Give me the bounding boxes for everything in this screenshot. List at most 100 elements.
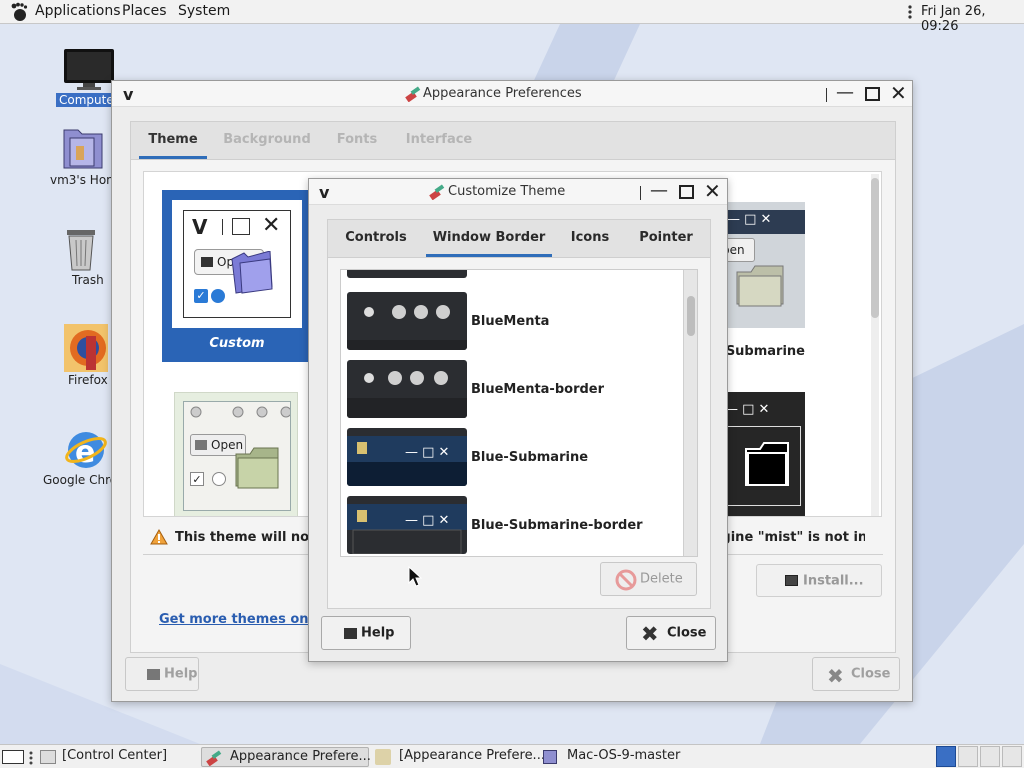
menu-system[interactable]: System: [178, 3, 230, 19]
desktop-icon-chrome[interactable]: e Google Chrome: [40, 424, 136, 490]
window-title: Customize Theme: [448, 184, 566, 199]
customize-app-icon: [429, 184, 445, 204]
window-menu-icon[interactable]: v: [319, 184, 329, 202]
bluementa-border-thumb: [347, 360, 467, 418]
help-icon: [344, 628, 357, 639]
install-button[interactable]: Install...: [756, 564, 882, 597]
theme-grid-scrollbar[interactable]: [871, 174, 879, 516]
delete-button[interactable]: Delete: [600, 562, 697, 596]
folder-icon: [230, 250, 274, 299]
delete-label: Delete: [640, 571, 683, 587]
titlebar-separator: [826, 88, 827, 102]
open-button-icon: [195, 440, 207, 450]
border-list-scrollbar[interactable]: [683, 270, 697, 556]
help-icon: [147, 669, 160, 680]
tab-icons[interactable]: Icons: [562, 230, 618, 245]
tab-interface[interactable]: Interface: [397, 132, 481, 147]
taskbar-handle-icon: [28, 751, 34, 768]
minimize-icon[interactable]: —: [836, 84, 854, 102]
preview-window: V ✕ Op ✓: [183, 210, 291, 318]
task-appearance-active[interactable]: Appearance Prefere...: [201, 747, 371, 768]
border-name: Blue-Submarine-border: [471, 518, 643, 533]
gnome-foot-icon[interactable]: [9, 2, 29, 26]
appearance-task-icon: [206, 750, 222, 768]
tab-fonts[interactable]: Fonts: [329, 132, 385, 147]
theme-tile-preview-2[interactable]: Open ✓: [174, 392, 298, 516]
scrollbar-thumb[interactable]: [871, 178, 879, 318]
close-x-icon: ✖: [641, 622, 659, 646]
maximize-icon[interactable]: [679, 185, 694, 199]
computer-icon: [63, 48, 115, 96]
desktop-icon-firefox[interactable]: Firefox: [50, 324, 120, 390]
checkbox-icon: ✓: [194, 289, 208, 303]
border-name: BlueMenta-border: [471, 382, 605, 397]
customize-theme-window: v Customize Theme — ✕ Controls Window Bo…: [308, 178, 728, 662]
tab-pointer[interactable]: Pointer: [628, 230, 704, 245]
folder-icon: [234, 446, 280, 494]
help-label: Help: [361, 625, 395, 641]
close-button[interactable]: ✖ Close: [812, 657, 900, 691]
blue-submarine-thumb: — □ ✕: [347, 428, 467, 486]
minimize-icon[interactable]: —: [650, 182, 668, 200]
border-name: BlueMenta: [471, 314, 550, 329]
customize-titlebar[interactable]: v Customize Theme — ✕: [309, 179, 727, 205]
help-button[interactable]: Help: [321, 616, 411, 650]
help-label: Help: [164, 666, 198, 682]
close-x-icon: ✖: [827, 664, 844, 688]
workspace-4[interactable]: [1002, 746, 1022, 767]
clock[interactable]: Fri Jan 26, 09:26: [921, 4, 1024, 34]
appearance-tabs: Theme Background Fonts Interface: [130, 121, 896, 159]
theme-tile-custom[interactable]: V ✕ Op ✓ Custom: [162, 190, 312, 362]
tab-theme[interactable]: Theme: [141, 132, 205, 147]
radio-icon: [212, 472, 226, 486]
ie-globe-icon: e: [64, 426, 108, 476]
theme-tile-blue-submarine[interactable]: — □ ✕ pen Blue-Submarine: [688, 202, 839, 362]
desktop-label: Trash: [72, 273, 104, 287]
tab-window-border[interactable]: Window Border: [426, 230, 552, 245]
close-icon[interactable]: ✕: [704, 181, 721, 201]
show-desktop-icon[interactable]: [2, 750, 24, 764]
tab-controls[interactable]: Controls: [336, 230, 416, 245]
desktop-label: Firefox: [68, 373, 108, 387]
list-item[interactable]: BlueMenta: [341, 292, 681, 354]
workspace-1[interactable]: [936, 746, 956, 767]
help-button[interactable]: Help: [125, 657, 199, 691]
window-menu-icon[interactable]: v: [123, 86, 133, 104]
task-label: [Appearance Prefere...: [399, 748, 545, 763]
appearance-app-icon: [405, 86, 421, 106]
theme-tile-dark[interactable]: — □ ✕: [719, 392, 805, 516]
appearance-titlebar[interactable]: v Appearance Preferences — ✕: [112, 81, 912, 107]
warning-icon: [150, 528, 168, 549]
close-icon[interactable]: ✕: [890, 83, 907, 103]
panel-handle-icon[interactable]: [907, 4, 913, 24]
firefox-icon: [64, 324, 108, 376]
close-button[interactable]: ✖ Close: [626, 616, 716, 650]
list-item[interactable]: — □ ✕ Blue-Submarine-border: [341, 496, 681, 556]
task-mac-os-9-master[interactable]: Mac-OS-9-master: [541, 747, 701, 767]
mouse-cursor-icon: [408, 565, 423, 592]
preview-window: [723, 426, 801, 506]
desktop-icon-trash[interactable]: Trash: [50, 224, 120, 290]
menu-places[interactable]: Places: [122, 3, 167, 19]
scrollbar-thumb[interactable]: [687, 296, 695, 336]
workspace-2[interactable]: [958, 746, 978, 767]
preview-titlebar-buttons: [190, 406, 292, 422]
list-item[interactable]: — □ ✕ Blue-Submarine: [341, 428, 681, 490]
preview-close-icon: ✕: [262, 213, 281, 238]
task-control-center[interactable]: [Control Center]: [38, 747, 198, 767]
desktop-icon-home[interactable]: vm3's Home: [44, 124, 125, 190]
workspace-3[interactable]: [980, 746, 1000, 767]
svg-text:— □ ✕: — □ ✕: [405, 513, 449, 528]
checkbox-icon: ✓: [190, 472, 204, 486]
window-title: Appearance Preferences: [423, 86, 582, 101]
task-appearance[interactable]: [Appearance Prefere...: [373, 747, 545, 767]
tab-background[interactable]: Background: [221, 132, 313, 147]
theme-preview: — □ ✕ pen: [719, 202, 805, 328]
install-icon: [785, 575, 798, 586]
menu-applications[interactable]: Applications: [35, 3, 121, 19]
task-label: [Control Center]: [62, 748, 168, 763]
appearance-task-icon: [375, 749, 391, 765]
maximize-icon[interactable]: [865, 87, 880, 101]
list-item[interactable]: BlueMenta-border: [341, 360, 681, 422]
titlebar-separator: [640, 186, 641, 200]
